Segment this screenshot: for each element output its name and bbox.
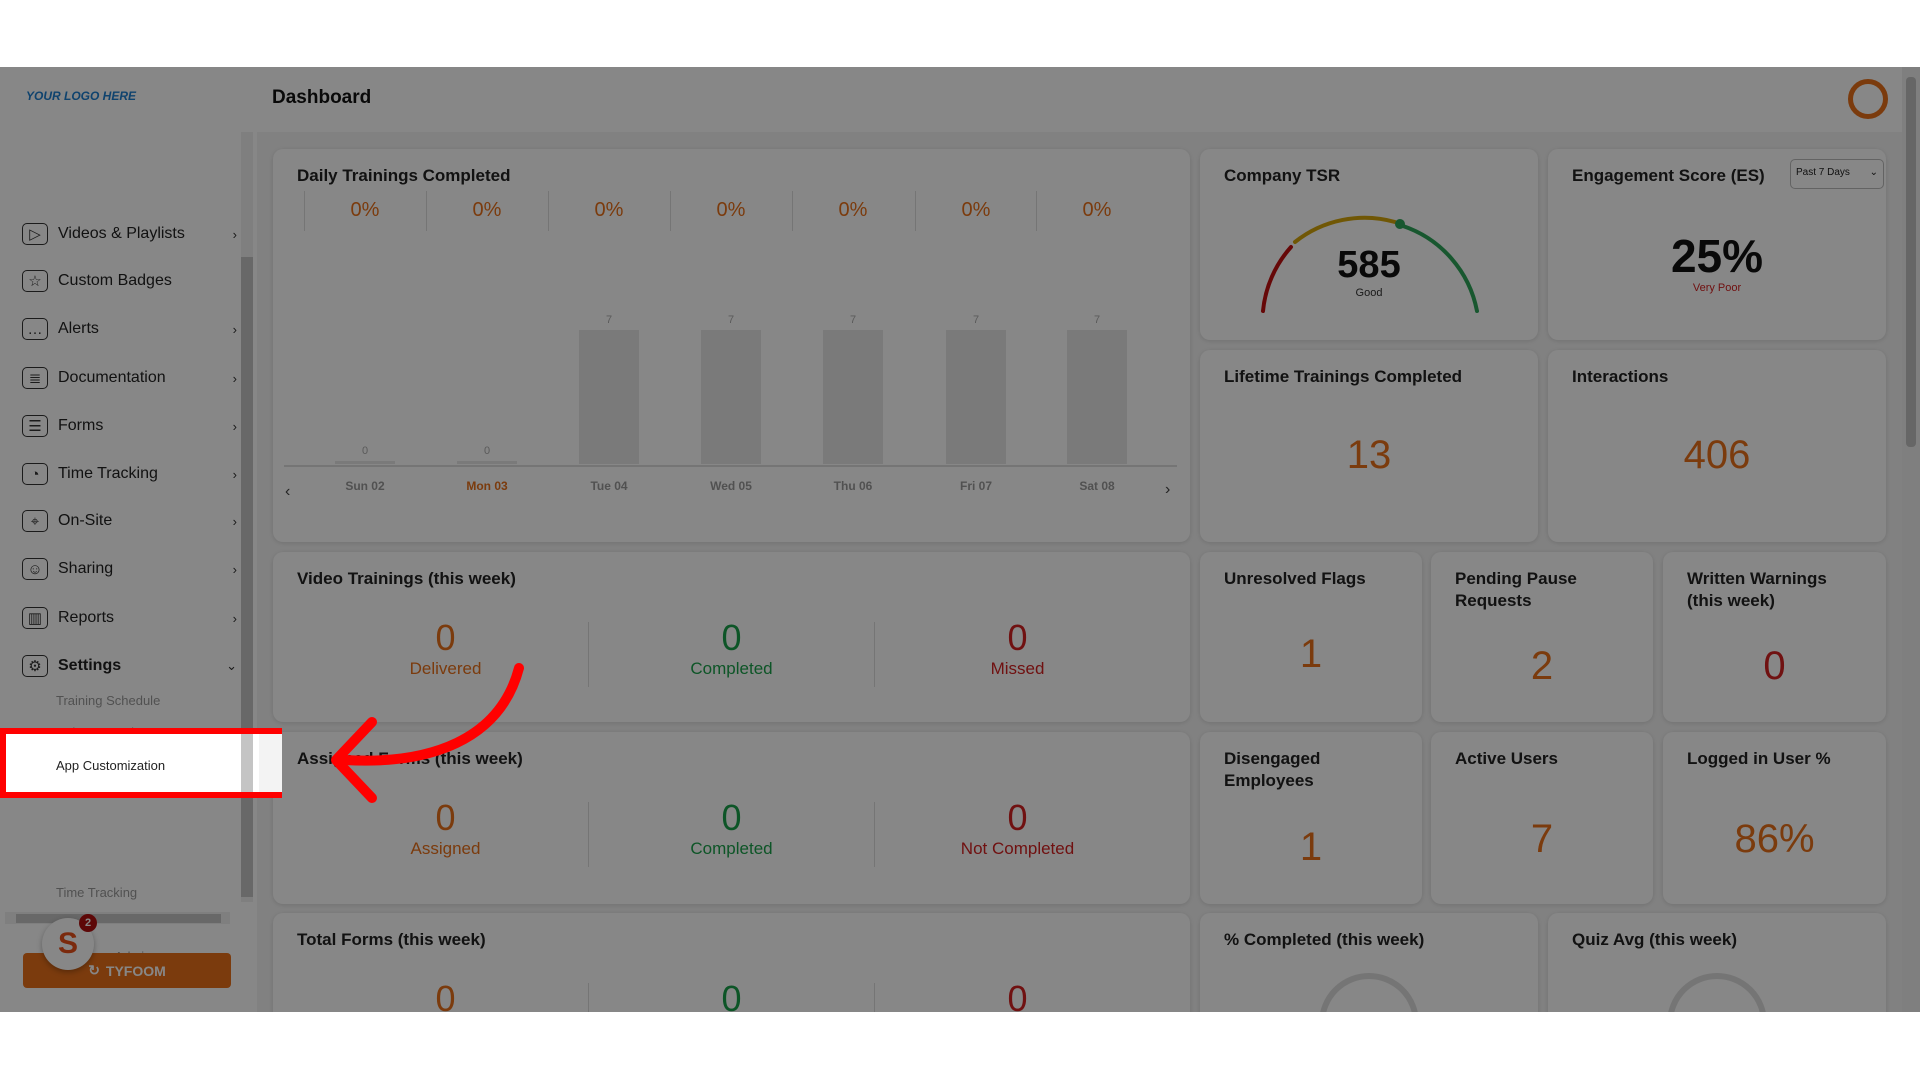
- red-arrow-icon: [331, 663, 524, 803]
